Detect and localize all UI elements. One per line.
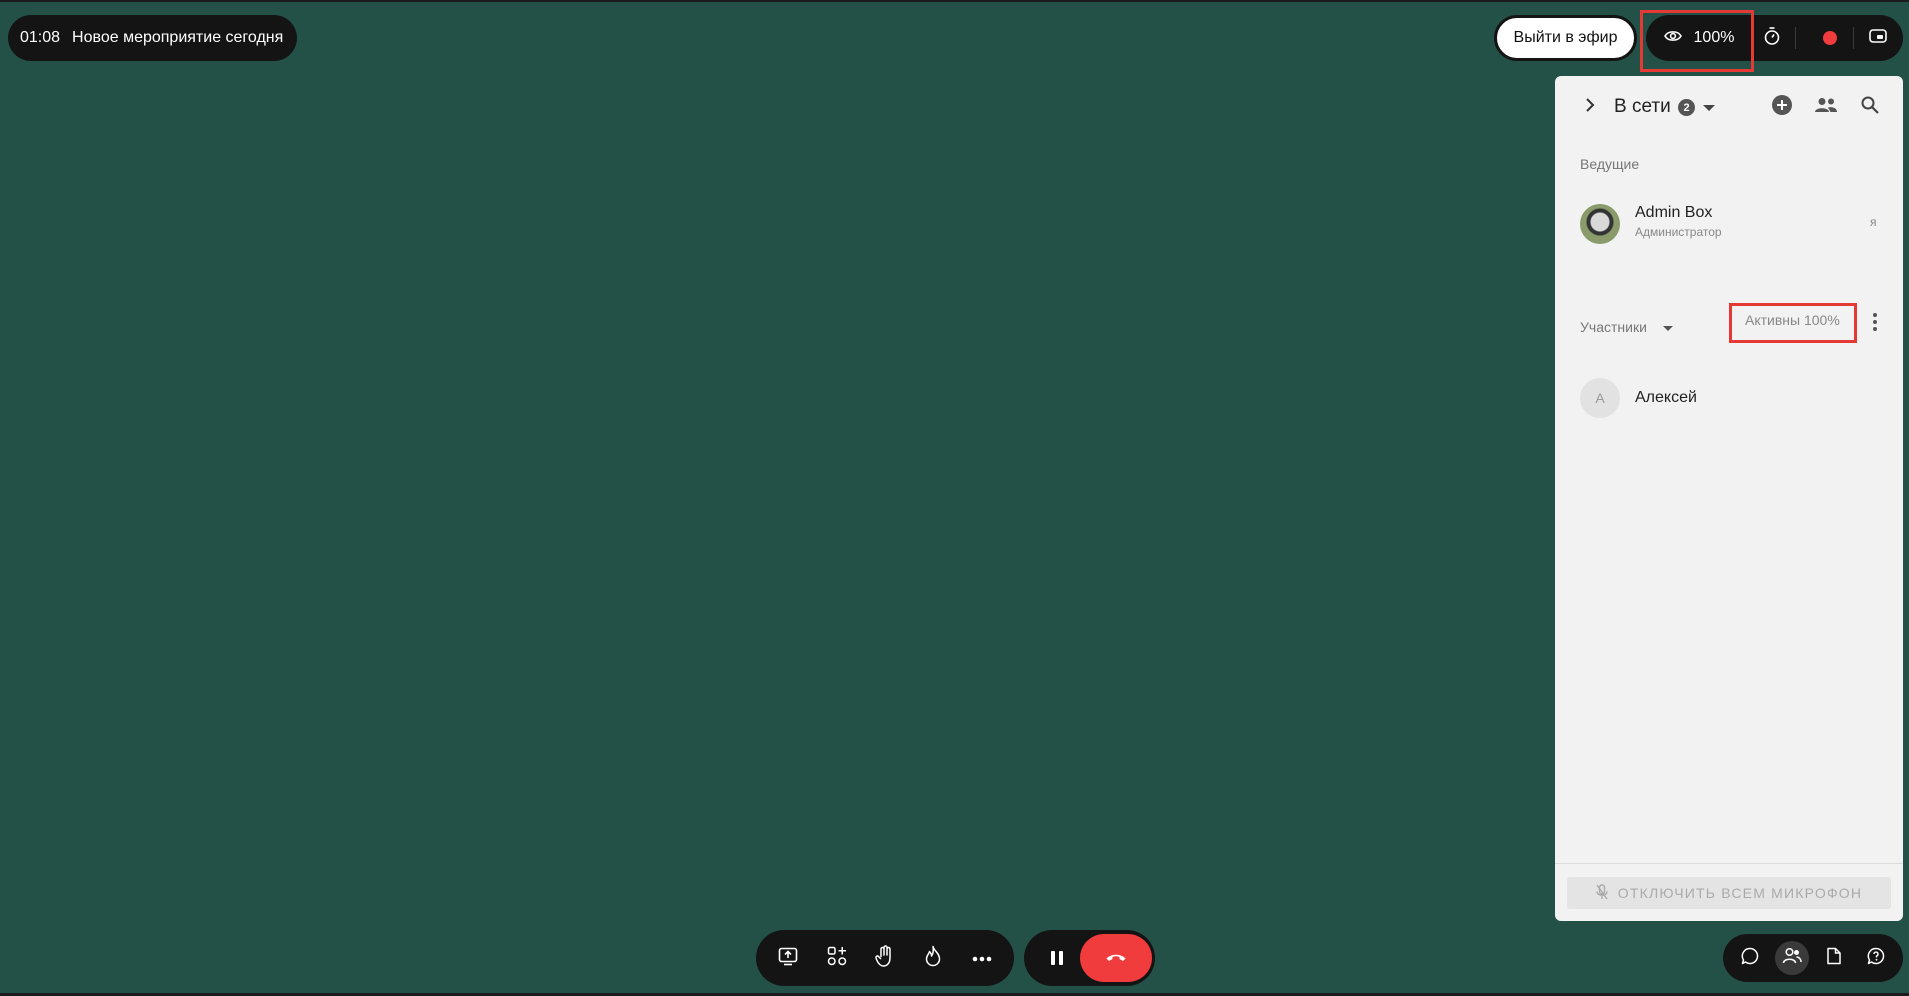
top-controls-bar: 100% [1646,15,1903,61]
screen-share-icon [778,946,798,971]
active-percent-label: Активны 100% [1745,312,1840,328]
side-panel-toolbar [1723,934,1903,982]
search-icon [1861,96,1879,119]
help-icon [1867,947,1885,970]
chevron-right-icon [1585,97,1595,117]
mute-all-label: ОТКЛЮЧИТЬ ВСЕМ МИКРОФОН [1617,885,1863,901]
add-apps-button[interactable] [817,938,857,978]
timer-button[interactable] [1752,15,1792,61]
participants-menu-button[interactable] [1867,310,1883,334]
participants-button[interactable] [1775,941,1809,975]
chat-icon [1741,947,1759,970]
more-horizontal-icon [972,949,992,967]
record-icon [1823,31,1837,45]
event-title: Новое мероприятие сегодня [72,29,284,46]
me-label: я [1870,215,1877,229]
more-button[interactable] [962,938,1002,978]
file-icon [1826,947,1842,970]
participants-icon [1782,947,1802,970]
reactions-button[interactable] [913,938,953,978]
mute-all-button[interactable]: ОТКЛЮЧИТЬ ВСЕМ МИКРОФОН [1567,877,1891,909]
list-item[interactable]: А Алексей [1555,378,1903,422]
separator [1795,27,1796,49]
avatar: А [1580,378,1620,418]
hang-up-icon [1105,949,1127,967]
views-percent: 100% [1693,29,1735,46]
raise-hand-button[interactable] [865,938,905,978]
caret-down-icon[interactable] [1663,326,1673,331]
group-icon [1814,97,1838,118]
call-controls [1024,930,1155,986]
go-live-button[interactable]: Выйти в эфир [1494,15,1637,61]
top-border [0,0,1909,2]
participants-section-label[interactable]: Участники [1580,319,1647,335]
group-button[interactable] [1812,93,1840,121]
screen-share-button[interactable] [768,938,808,978]
caret-down-icon[interactable] [1703,105,1715,111]
event-title-pill: 01:08 Новое мероприятие сегодня [8,15,298,61]
panel-title: В сети [1614,96,1671,117]
host-row[interactable]: Admin Box Администратор я [1555,202,1903,252]
search-button[interactable] [1856,93,1884,121]
add-circle-icon [1771,94,1793,121]
pause-button[interactable] [1037,938,1077,978]
collapse-panel-button[interactable] [1577,94,1603,120]
avatar [1580,204,1620,244]
host-name: Admin Box [1635,204,1713,221]
hang-up-button[interactable] [1080,934,1152,982]
picture-in-picture-icon [1869,28,1887,49]
help-button[interactable] [1859,941,1893,975]
pause-icon [1049,951,1065,965]
record-button[interactable] [1810,15,1850,61]
participants-panel: В сети 2 Ведущие Admin Box Администратор… [1555,76,1903,921]
host-role: Администратор [1635,225,1722,239]
eye-icon [1663,29,1682,48]
hosts-section-label: Ведущие [1580,156,1640,172]
views-indicator[interactable]: 100% [1646,15,1752,61]
add-participant-button[interactable] [1768,93,1796,121]
add-apps-icon [827,946,847,971]
timer-icon [1763,26,1781,51]
bottom-toolbar [756,930,1014,986]
separator [1853,27,1854,49]
online-count-badge: 2 [1678,99,1695,116]
mic-off-icon [1596,883,1608,903]
panel-header: В сети 2 [1555,76,1903,138]
flame-icon [924,945,942,972]
event-timer: 01:08 [20,29,61,46]
raise-hand-icon [875,944,895,972]
divider [1555,863,1903,864]
files-button[interactable] [1817,941,1851,975]
chat-button[interactable] [1733,941,1767,975]
participant-name: Алексей [1635,389,1697,406]
pip-button[interactable] [1858,15,1898,61]
